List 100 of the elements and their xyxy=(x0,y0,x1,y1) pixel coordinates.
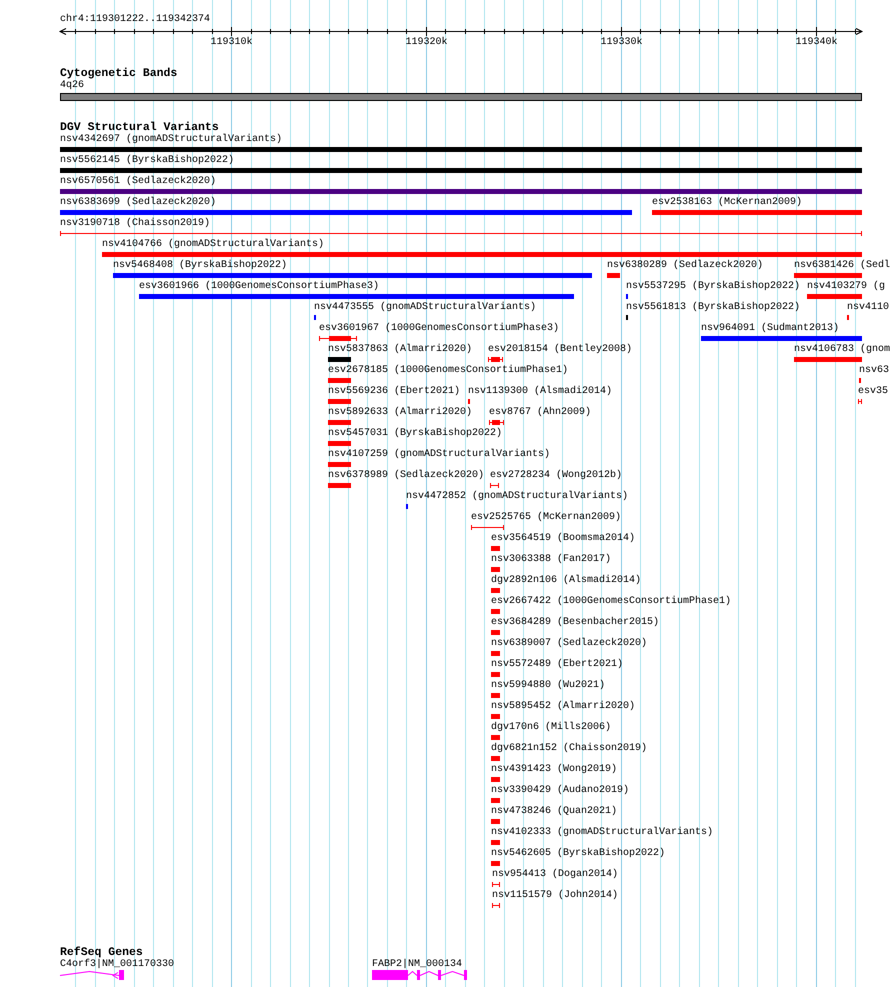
variant-bar[interactable] xyxy=(491,672,500,677)
variant-label: esv35 xyxy=(858,386,888,398)
cytoband-bar[interactable] xyxy=(60,93,862,101)
variant-label: nsv6570561 (Sedlazeck2020) xyxy=(60,176,216,188)
variant-label: nsv4106783 (gnom xyxy=(794,344,890,356)
variant-bar[interactable] xyxy=(607,273,620,278)
variant-label: nsv1139300 (Alsmadi2014) xyxy=(468,386,612,398)
variant-label: nsv4472852 (gnomADStructuralVariants) xyxy=(406,491,628,503)
variant-label: esv8767 (Ahn2009) xyxy=(489,407,592,419)
variant-bar[interactable] xyxy=(491,735,500,740)
variant-label: nsv4473555 (gnomADStructuralVariants) xyxy=(314,302,536,314)
variant-interval[interactable] xyxy=(60,231,862,236)
variant-bar[interactable] xyxy=(794,273,862,278)
variant-label: nsv5468408 (ByrskaBishop2022) xyxy=(113,260,288,272)
variant-bar[interactable] xyxy=(328,420,351,425)
variant-bar[interactable] xyxy=(328,378,351,383)
variant-bar[interactable] xyxy=(491,798,500,803)
gene-model[interactable] xyxy=(60,970,124,980)
variant-label: esv2678185 (1000GenomesConsortiumPhase1) xyxy=(328,365,568,377)
variant-bar[interactable] xyxy=(491,693,500,698)
variant-label: nsv4342697 (gnomADStructuralVariants) xyxy=(60,134,282,146)
variant-bar[interactable] xyxy=(491,567,500,572)
variant-label: nsv5569236 (Ebert2021) xyxy=(328,386,460,398)
variant-bar[interactable] xyxy=(139,294,574,299)
variant-bar[interactable] xyxy=(491,714,500,719)
variant-label: nsv6378989 (Sedlazeck2020) xyxy=(328,470,484,482)
variant-label: nsv3190718 (Chaisson2019) xyxy=(60,218,210,230)
gene-label: FABP2|NM_000134 xyxy=(372,959,462,970)
variant-bar[interactable] xyxy=(60,147,862,152)
variant-bar[interactable] xyxy=(60,168,862,173)
variant-bar[interactable] xyxy=(328,399,351,404)
variant-label: esv2667422 (1000GenomesConsortiumPhase1) xyxy=(491,596,732,608)
variant-bar[interactable] xyxy=(491,546,500,551)
variant-label: nsv5994880 (Wu2021) xyxy=(491,680,606,692)
variant-label: esv3601966 (1000GenomesConsortiumPhase3) xyxy=(139,281,380,293)
variant-bar[interactable] xyxy=(491,840,500,845)
band-label: 4q26 xyxy=(60,80,84,91)
track-title: RefSeq Genes xyxy=(60,946,143,959)
variant-label: nsv4391423 (Wong2019) xyxy=(491,764,618,776)
variant-interval[interactable] xyxy=(492,903,500,908)
variant-label: nsv4107259 (gnomADStructuralVariants) xyxy=(328,449,550,461)
variant-label: nsv6380289 (Sedlazeck2020) xyxy=(607,260,764,272)
variant-bar[interactable] xyxy=(328,357,351,362)
variant-label: nsv5892633 (Almarri2020) xyxy=(328,407,472,419)
variant-label: nsv4103279 (g xyxy=(807,281,886,293)
variant-bar[interactable] xyxy=(102,252,862,257)
variant-interval[interactable] xyxy=(489,420,504,425)
variant-label: nsv1151579 (John2014) xyxy=(492,890,618,902)
track-title: Cytogenetic Bands xyxy=(60,67,178,80)
gene-model[interactable] xyxy=(372,970,467,980)
variant-bar[interactable] xyxy=(491,819,500,824)
variant-label: nsv4110 xyxy=(847,302,890,314)
variant-bar[interactable] xyxy=(113,273,592,278)
variant-label: esv3684289 (Besenbacher2015) xyxy=(491,617,660,629)
gene-label: C4orf3|NM_001170330 xyxy=(60,959,174,970)
variant-bar[interactable] xyxy=(328,441,351,446)
tick-label: 119320k xyxy=(406,37,448,48)
variant-label: nsv6389007 (Sedlazeck2020) xyxy=(491,638,648,650)
variant-bar[interactable] xyxy=(491,651,500,656)
variant-bar[interactable] xyxy=(491,777,500,782)
variant-bar[interactable] xyxy=(491,630,500,635)
variant-bar[interactable] xyxy=(701,336,862,341)
variant-interval[interactable] xyxy=(471,525,504,530)
variant-label: nsv4738246 (Quan2021) xyxy=(491,806,618,818)
variant-bar[interactable] xyxy=(491,861,500,866)
variant-label: esv3564519 (Boomsma2014) xyxy=(491,533,636,545)
variant-interval[interactable] xyxy=(319,336,357,341)
variant-bar[interactable] xyxy=(328,483,351,488)
variant-label: nsv5562145 (ByrskaBishop2022) xyxy=(60,155,234,167)
variant-bar[interactable] xyxy=(807,294,862,299)
variant-bar[interactable] xyxy=(491,609,500,614)
variant-label: dgv2892n106 (Alsmadi2014) xyxy=(491,575,642,587)
variant-label: dgv6821n152 (Chaisson2019) xyxy=(491,743,648,755)
variant-label: nsv63 xyxy=(859,365,890,377)
variant-interval[interactable] xyxy=(490,483,499,488)
variant-interval[interactable] xyxy=(488,357,503,362)
variant-label: esv3601967 (1000GenomesConsortiumPhase3) xyxy=(319,323,560,335)
variant-bar[interactable] xyxy=(652,210,862,215)
track-title: DGV Structural Variants xyxy=(60,121,219,134)
variant-label: esv2018154 (Bentley2008) xyxy=(488,344,632,356)
variant-label: nsv954413 (Dogan2014) xyxy=(492,869,618,881)
variant-label: nsv4102333 (gnomADStructuralVariants) xyxy=(491,827,714,839)
variant-bar[interactable] xyxy=(328,462,351,467)
variant-label: esv2728234 (Wong2012b) xyxy=(490,470,622,482)
variant-interval[interactable] xyxy=(858,399,862,404)
variant-bar[interactable] xyxy=(794,357,862,362)
variant-label: nsv5572489 (Ebert2021) xyxy=(491,659,624,671)
variant-interval[interactable] xyxy=(492,882,500,887)
variant-label: nsv3390429 (Audano2019) xyxy=(491,785,630,797)
variant-label: nsv5462605 (ByrskaBishop2022) xyxy=(491,848,666,860)
variant-bar[interactable] xyxy=(60,210,632,215)
variant-bar[interactable] xyxy=(491,756,500,761)
variant-label: esv2538163 (McKernan2009) xyxy=(652,197,802,209)
variant-bar[interactable] xyxy=(491,588,500,593)
variant-label: nsv6383699 (Sedlazeck2020) xyxy=(60,197,216,209)
variant-label: nsv5837863 (Almarri2020) xyxy=(328,344,472,356)
variant-bar[interactable] xyxy=(60,189,862,194)
variant-label: nsv6381426 (Sedl xyxy=(794,260,890,272)
tick-label: 119310k xyxy=(210,37,252,48)
variant-label: nsv5561813 (ByrskaBishop2022) xyxy=(626,302,800,314)
